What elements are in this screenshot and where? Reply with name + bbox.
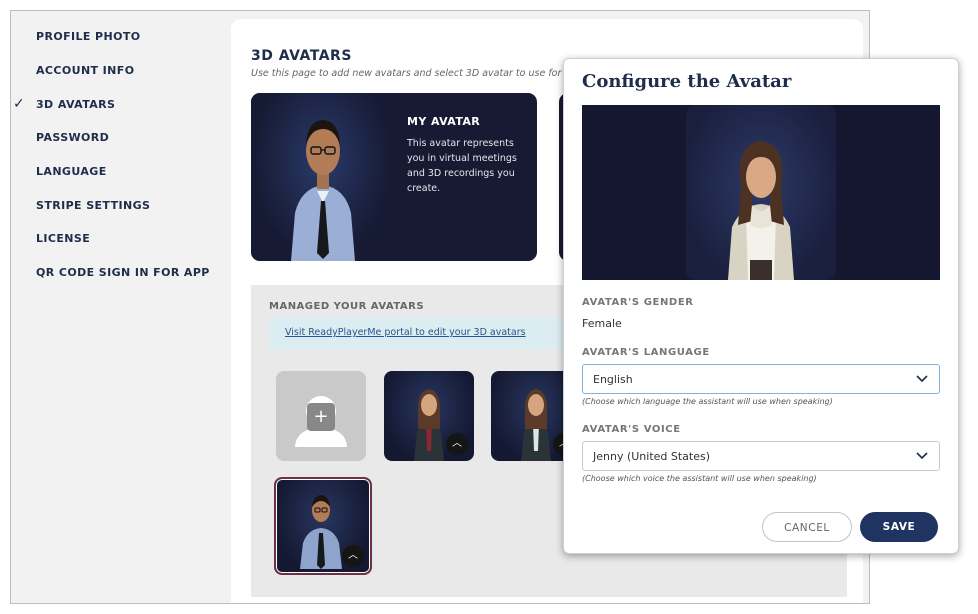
sidebar: PROFILE PHOTO ACCOUNT INFO ✓ 3D AVATARS …: [11, 11, 231, 603]
voice-hint: (Choose which voice the assistant will u…: [582, 474, 817, 483]
language-label: AVATAR'S LANGUAGE: [582, 347, 710, 358]
add-avatar-tile[interactable]: +: [276, 371, 366, 461]
sidebar-item-3d-avatars[interactable]: ✓ 3D AVATARS: [13, 96, 116, 112]
avatar-tile[interactable]: ︿: [384, 371, 474, 461]
voice-label: AVATAR'S VOICE: [582, 424, 681, 435]
gender-value: Female: [582, 317, 622, 330]
sidebar-item-profile-photo[interactable]: PROFILE PHOTO: [36, 30, 141, 43]
voice-select[interactable]: Jenny (United States): [582, 441, 940, 471]
chevron-up-icon[interactable]: ︿: [342, 545, 364, 567]
sidebar-item-label: PROFILE PHOTO: [36, 30, 141, 43]
my-avatar-image: [251, 93, 393, 261]
avatar-tile-selected[interactable]: ︿: [274, 477, 372, 575]
checkmark-icon: ✓: [13, 96, 26, 112]
save-button[interactable]: SAVE: [860, 512, 938, 542]
avatar-preview-panel: [686, 105, 836, 280]
sidebar-item-label: 3D AVATARS: [36, 98, 116, 111]
managed-avatars-title: MANAGED YOUR AVATARS: [269, 301, 425, 312]
sidebar-item-stripe-settings[interactable]: STRIPE SETTINGS: [36, 199, 150, 212]
language-select-value: English: [593, 373, 633, 386]
readyplayerme-link[interactable]: Visit ReadyPlayerMe portal to edit your …: [285, 327, 526, 338]
sidebar-item-password[interactable]: PASSWORD: [36, 131, 109, 144]
voice-select-value: Jenny (United States): [593, 450, 711, 463]
sidebar-item-language[interactable]: LANGUAGE: [36, 165, 107, 178]
chevron-up-icon[interactable]: ︿: [446, 433, 468, 455]
avatar-preview: [582, 105, 940, 280]
my-avatar-card: MY AVATAR This avatar represents you in …: [251, 93, 537, 261]
my-avatar-title: MY AVATAR: [407, 115, 481, 128]
chevron-down-icon: [915, 448, 929, 468]
configure-avatar-dialog: Configure the Avatar AVATAR'S GENDER Fem…: [563, 58, 959, 554]
sidebar-item-label: LICENSE: [36, 232, 91, 245]
chevron-down-icon: [915, 371, 929, 391]
page-title: 3D AVATARS: [251, 48, 352, 64]
sidebar-item-label: LANGUAGE: [36, 165, 107, 178]
dialog-title: Configure the Avatar: [582, 71, 792, 92]
sidebar-item-label: PASSWORD: [36, 131, 110, 144]
gender-label: AVATAR'S GENDER: [582, 297, 694, 308]
sidebar-item-label: QR CODE SIGN IN FOR APP: [36, 266, 210, 279]
language-hint: (Choose which language the assistant wil…: [582, 397, 833, 406]
language-select[interactable]: English: [582, 364, 940, 394]
sidebar-item-qr-code-sign-in[interactable]: QR CODE SIGN IN FOR APP: [36, 266, 210, 279]
sidebar-item-account-info[interactable]: ACCOUNT INFO: [36, 64, 134, 77]
sidebar-item-label: ACCOUNT INFO: [36, 64, 135, 77]
cancel-button[interactable]: CANCEL: [762, 512, 852, 542]
my-avatar-description: This avatar represents you in virtual me…: [407, 138, 517, 194]
plus-icon[interactable]: +: [307, 403, 335, 431]
sidebar-item-license[interactable]: LICENSE: [36, 232, 90, 245]
page-subtitle: Use this page to add new avatars and sel…: [251, 68, 576, 79]
sidebar-item-label: STRIPE SETTINGS: [36, 199, 151, 212]
